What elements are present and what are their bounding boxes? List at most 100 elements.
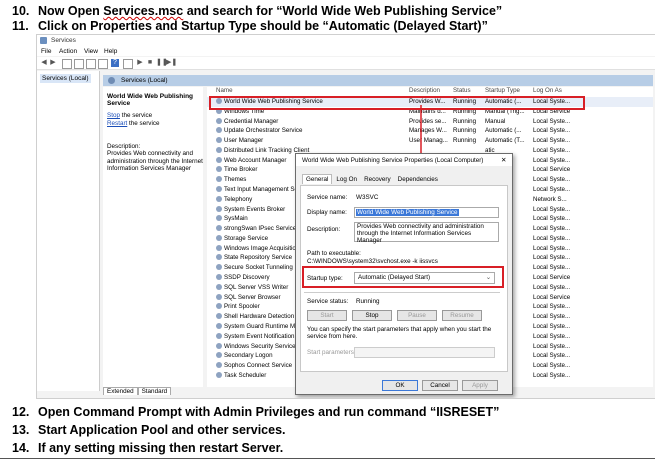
cell-text: Local Syste... — [533, 117, 571, 125]
services-header: Services (Local) — [103, 75, 653, 86]
cell-text: Secondary Logon — [224, 352, 273, 360]
play-icon[interactable]: ▶ — [136, 59, 144, 67]
cell-text: strongSwan IPsec Service — [224, 225, 297, 233]
service-gear-icon — [216, 352, 222, 359]
tab-log-on[interactable]: Log On — [333, 175, 360, 184]
stop-link[interactable]: Stop — [107, 112, 120, 119]
service-gear-icon — [216, 127, 222, 134]
service-gear-icon — [216, 254, 222, 261]
cell-status: Running — [453, 137, 483, 144]
cell-name: User Manager — [216, 137, 406, 144]
bottom-divider — [0, 458, 655, 459]
step-number: 14. — [12, 441, 30, 455]
highlight-box-startup-type — [302, 266, 504, 288]
cell-logon: Local Syste... — [533, 235, 579, 242]
forward-icon[interactable]: ▶ — [49, 59, 57, 67]
cell-logon: Local Service — [533, 166, 579, 173]
cell-text: Local Syste... — [533, 362, 571, 370]
step-text: Now Open — [38, 4, 104, 18]
service-gear-icon — [216, 117, 222, 124]
cell-logon: Local Syste... — [533, 284, 579, 291]
stop-icon[interactable]: ■ — [146, 59, 154, 67]
cell-logon: Local Syste... — [533, 362, 579, 369]
services-app-icon — [40, 37, 47, 44]
export-list-icon[interactable] — [98, 59, 108, 69]
cell-text: Credential Manager — [224, 117, 279, 125]
cell-logon: Local Service — [533, 294, 579, 301]
tab-recovery[interactable]: Recovery — [361, 175, 394, 184]
cell-text: Windows Image Acquisition — [224, 244, 300, 252]
service-gear-icon — [216, 371, 222, 378]
tree-node-services-local[interactable]: Services (Local) — [40, 74, 91, 83]
cell-text: Shell Hardware Detection — [224, 313, 295, 321]
column-startup-type[interactable]: Startup Type — [485, 87, 520, 95]
refresh-icon[interactable] — [86, 59, 96, 69]
cell-logon: Local Syste... — [533, 127, 579, 134]
step-number: 13. — [12, 423, 30, 437]
service-name-label: Service name: — [307, 194, 348, 201]
cell-logon: Local Syste... — [533, 333, 579, 340]
path-value: C:\WINDOWS\system32\svchost.exe -k iissv… — [307, 258, 438, 265]
resume-button[interactable]: Resume — [442, 310, 482, 321]
cell-logon: Local Syste... — [533, 137, 579, 144]
tab-standard[interactable]: Standard — [137, 387, 172, 395]
cell-text: SSDP Discovery — [224, 274, 270, 282]
cell-text: Update Orchestrator Service — [224, 127, 303, 135]
tab-general[interactable]: General — [302, 174, 333, 184]
service-gear-icon — [216, 332, 222, 339]
restart-icon[interactable]: ▶❚ — [166, 59, 177, 67]
column-log-on-as[interactable]: Log On As — [533, 87, 562, 95]
stop-button[interactable]: Stop — [352, 310, 392, 321]
cell-text: Network S... — [533, 195, 567, 203]
column-status[interactable]: Status — [453, 87, 471, 95]
service-gear-icon — [216, 264, 222, 271]
service-gear-icon — [216, 195, 222, 202]
back-icon[interactable]: ◀ — [40, 59, 48, 67]
cell-logon: Network S... — [533, 196, 579, 203]
column-description[interactable]: Description — [409, 87, 440, 95]
properties-icon[interactable] — [74, 59, 84, 69]
cell-text: Automatic (... — [485, 127, 522, 135]
start-button[interactable]: Start — [307, 310, 347, 321]
cell-logon: Local Service — [533, 274, 579, 281]
restart-link[interactable]: Restart — [107, 120, 127, 127]
cell-text: Local Syste... — [533, 342, 571, 350]
close-icon[interactable]: ✕ — [501, 157, 506, 164]
step-text: Open Command Prompt with Admin Privilege… — [38, 405, 500, 419]
cell-text: Manual — [485, 117, 506, 125]
gear-icon — [108, 77, 115, 84]
ok-button[interactable]: OK — [382, 380, 418, 391]
tab-dependencies[interactable]: Dependencies — [395, 175, 441, 184]
cell-text: Print Spooler — [224, 303, 260, 311]
cell-logon: Local Syste... — [533, 352, 579, 359]
pause-button[interactable]: Pause — [397, 310, 437, 321]
stop-link-rest: the service — [119, 112, 153, 119]
step-text: Start Application Pool and other service… — [38, 423, 286, 437]
console-tree-icon[interactable] — [62, 59, 72, 69]
menu-view[interactable]: View — [84, 48, 98, 55]
service-gear-icon — [216, 146, 222, 153]
selected-service-name: World Wide Web Publishing Service — [107, 93, 194, 107]
cancel-button[interactable]: Cancel — [422, 380, 458, 391]
cell-logon: Local Syste... — [533, 206, 579, 213]
column-name[interactable]: Name — [216, 87, 233, 95]
cell-text: Local Syste... — [533, 313, 571, 321]
pause-icon[interactable]: ❚❚ — [156, 59, 168, 67]
cell-logon: Local Syste... — [533, 303, 579, 310]
display-name-field[interactable]: World Wide Web Publishing Service — [354, 207, 499, 218]
menu-file[interactable]: File — [41, 48, 51, 55]
menu-action[interactable]: Action — [59, 48, 77, 55]
tab-extended[interactable]: Extended — [103, 387, 138, 395]
menu-help[interactable]: Help — [104, 48, 117, 55]
apply-button[interactable]: Apply — [462, 380, 498, 391]
service-gear-icon — [216, 186, 222, 193]
help-icon[interactable]: ? — [111, 59, 119, 67]
description-text: Provides Web connectivity and administra… — [357, 223, 484, 244]
cell-startup: Automatic (T... — [485, 137, 531, 144]
cell-logon: Local Syste... — [533, 215, 579, 222]
highlight-box-service-row — [209, 96, 585, 110]
view-icon[interactable] — [123, 59, 133, 69]
start-parameters-input[interactable] — [354, 347, 495, 358]
cell-text: Local Syste... — [533, 186, 571, 194]
service-gear-icon — [216, 274, 222, 281]
